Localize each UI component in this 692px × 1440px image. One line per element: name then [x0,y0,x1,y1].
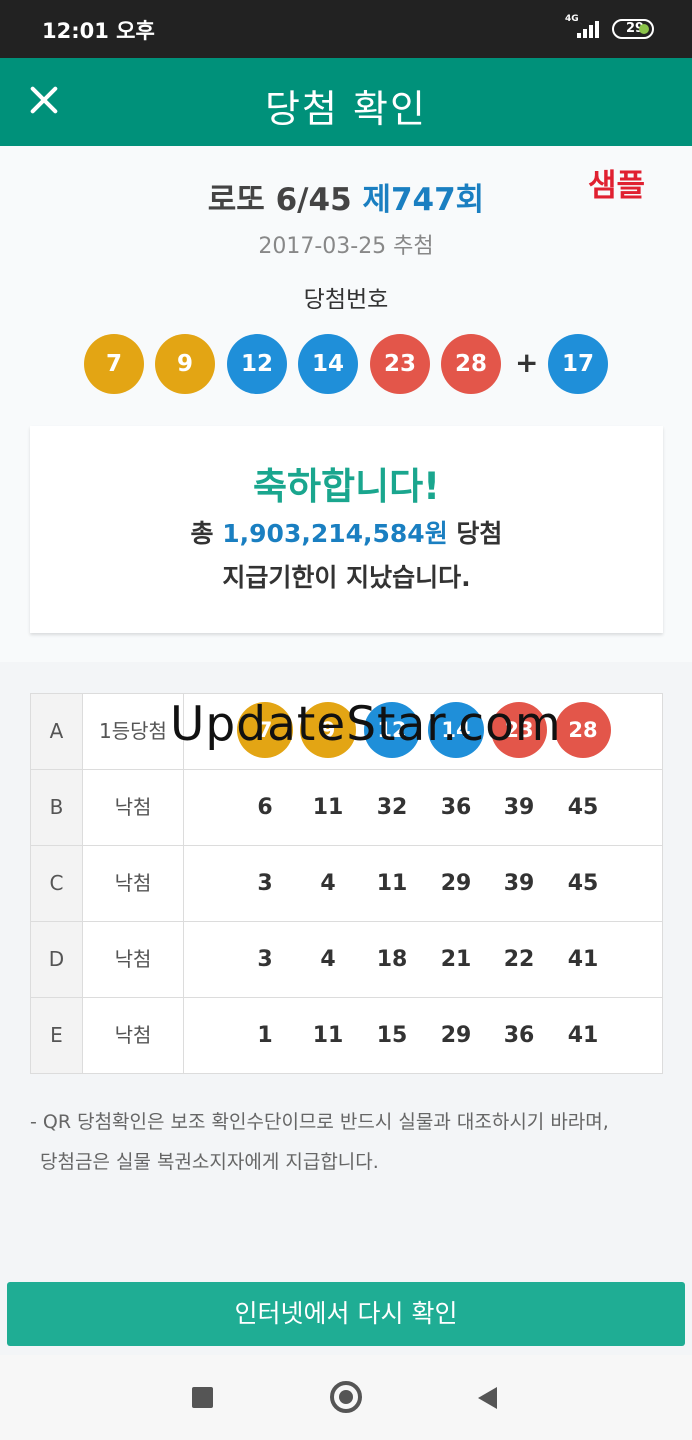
bonus-ball: 17 [548,334,608,394]
winning-ball: 9 [155,334,215,394]
bonus-plus: + [515,346,539,379]
ticket-status: 낙첨 [83,770,184,845]
prize-amount: 1,903,214,584원 [222,519,448,548]
ticket-number: 32 [376,795,408,820]
ticket-number: 11 [312,1023,344,1048]
winning-numbers-label: 당첨번호 [303,287,389,313]
ticket-number: 45 [567,871,599,896]
draw-date: 2017-03-25 추첨 [258,234,434,259]
recheck-online-button[interactable]: 인터넷에서 다시 확인 [7,1282,685,1346]
winning-ball: 23 [370,334,430,394]
home-icon[interactable] [330,1381,362,1413]
expired-text: 지급기한이 지났습니다. [222,563,471,592]
winning-ball: 12 [227,334,287,394]
winning-ball: 28 [441,334,501,394]
status-time: 12:01 오후 [42,19,155,43]
ticket-status: 낙첨 [83,846,184,921]
ticket-letter: C [31,846,83,921]
ticket-number: 41 [567,1023,599,1048]
ticket-number: 15 [376,1023,408,1048]
ticket-number-ball: 28 [555,702,611,758]
ticket-number: 36 [503,1023,535,1048]
ticket-number: 45 [567,795,599,820]
notice-line-2: 당첨금은 실물 복권소지자에게 지급합니다. [40,1151,379,1173]
ticket-number: 4 [320,871,336,896]
amount-suffix: 당첨 [447,519,503,548]
ticket-number: 29 [440,871,472,896]
app-header: 당첨 확인 [0,58,692,146]
winning-ball: 14 [298,334,358,394]
ticket-number: 11 [312,795,344,820]
battery-icon: 29 [612,19,654,39]
ticket-number: 22 [503,947,535,972]
result-card: 축하합니다! 총 1,903,214,584원 당첨 지급기한이 지났습니다. [30,426,663,633]
signal-icon [577,20,603,38]
ticket-number: 6 [257,795,273,820]
ticket-letter: D [31,922,83,997]
ticket-letter: A [31,694,83,769]
draw-number: 제747회 [362,182,485,218]
prize-amount-line: 총 1,903,214,584원 당첨 [30,514,663,550]
ticket-row: C 낙첨 3 4 11 29 39 45 [31,846,662,922]
amount-prefix: 총 [190,519,223,548]
ticket-row: D 낙첨 3 4 18 21 22 41 [31,922,662,998]
page-title: 당첨 확인 [265,87,427,131]
notice: - QR 당첨확인은 보조 확인수단이므로 반드시 실물과 대조하시기 바라며,… [30,1102,670,1182]
ticket-status: 낙첨 [83,922,184,997]
ticket-number: 18 [376,947,408,972]
draw-info: 샘플 로또 6/45 제747회 2017-03-25 추첨 당첨번호 7 9 12… [0,146,692,662]
ticket-number: 3 [257,871,273,896]
ticket-number: 36 [440,795,472,820]
notice-line-1: - QR 당첨확인은 보조 확인수단이므로 반드시 실물과 대조하시기 바라며, [30,1111,609,1133]
congrats-text: 축하합니다! [252,465,441,508]
ticket-number: 4 [320,947,336,972]
ticket-status: 1등당첨 [83,694,184,769]
system-nav-bar [0,1355,692,1440]
winning-ball: 7 [84,334,144,394]
lotto-game: 로또 6/45 [207,182,352,218]
back-icon[interactable] [478,1387,497,1409]
ticket-number: 29 [440,1023,472,1048]
ticket-number: 41 [567,947,599,972]
ticket-status: 낙첨 [83,998,184,1073]
ticket-number: 39 [503,871,535,896]
watermark: UpdateStar.com [170,697,562,752]
ticket-number: 11 [376,871,408,896]
ticket-number: 39 [503,795,535,820]
recent-apps-icon[interactable] [192,1387,213,1408]
ticket-row: E 낙첨 1 11 15 29 36 41 [31,998,662,1074]
ticket-number: 3 [257,947,273,972]
ticket-letter: E [31,998,83,1073]
ticket-letter: B [31,770,83,845]
ticket-number: 21 [440,947,472,972]
ticket-number: 1 [257,1023,273,1048]
status-bar: 12:01 오후 4G 29 [0,0,692,58]
lotto-name: 로또 6/45 제747회 [0,174,692,219]
ticket-row: B 낙첨 6 11 32 36 39 45 [31,770,662,846]
